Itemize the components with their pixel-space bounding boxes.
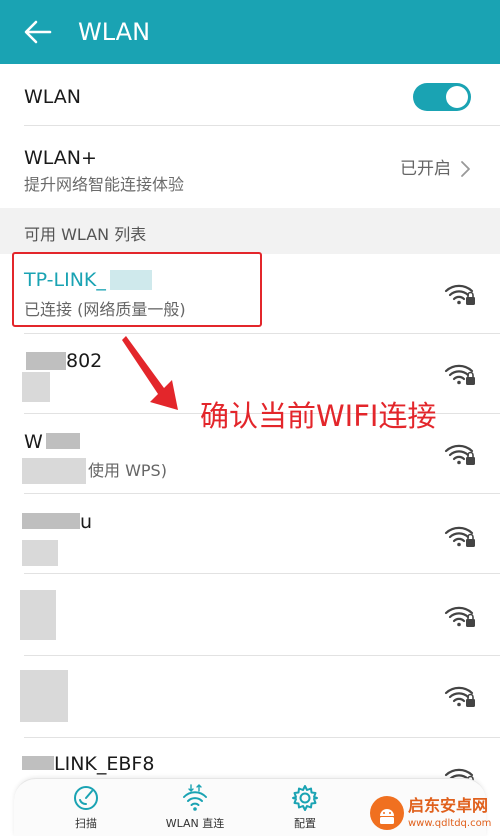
redacted-block [22, 540, 58, 566]
wifi-lock-icon [444, 444, 475, 465]
annotation-arrow-icon [122, 336, 178, 410]
network-status: 使用 WPS) [88, 461, 167, 480]
network-name: W [24, 431, 43, 453]
tab-label: 扫描 [75, 817, 97, 830]
network-item[interactable] [0, 494, 500, 574]
android-logo-icon [380, 809, 394, 824]
redacted-block [22, 756, 54, 770]
redacted-block [46, 433, 80, 449]
section-title: 可用 WLAN 列表 [24, 225, 147, 244]
wifi-lock-icon [444, 526, 475, 547]
tab-wifi-direct[interactable]: WLAN 直连 [145, 779, 245, 836]
wifi-lock-icon [444, 606, 475, 627]
tab-label: 配置 [294, 817, 316, 830]
network-name: 802 [66, 350, 103, 372]
wifi-direct-icon [183, 784, 207, 811]
redacted-block [22, 458, 86, 484]
redacted-block [26, 352, 66, 370]
wifi-lock-icon [444, 284, 475, 305]
annotation-text: 确认当前WIFI连接 [200, 399, 437, 433]
wlan-label: WLAN [24, 86, 82, 108]
tab-settings[interactable]: 配置 [255, 779, 355, 836]
network-name: u [80, 511, 93, 533]
highlight-box [12, 252, 262, 327]
scan-icon [74, 786, 98, 810]
toggle-knob [446, 86, 468, 108]
wifi-lock-icon [444, 686, 475, 707]
back-arrow-icon[interactable] [20, 14, 56, 50]
watermark-title: 启东安卓网 [408, 796, 489, 815]
wlan-plus-subtitle: 提升网络智能连接体验 [24, 175, 185, 194]
wifi-lock-icon [444, 364, 475, 385]
redacted-block [20, 670, 68, 722]
wlan-plus-status: 已开启 [400, 159, 451, 179]
tab-scan[interactable]: 扫描 [36, 779, 136, 836]
wlan-plus-label: WLAN+ [24, 147, 97, 169]
network-name: LINK_EBF8 [54, 753, 155, 775]
watermark-logo [370, 796, 404, 830]
redacted-block [22, 513, 80, 529]
redacted-block [22, 372, 50, 402]
redacted-block [20, 590, 56, 640]
network-item[interactable] [0, 574, 500, 656]
watermark: 启东安卓网 www.qdltdq.com [370, 796, 496, 834]
gear-icon [292, 785, 318, 811]
wlan-toggle[interactable] [413, 83, 471, 111]
watermark-url: www.qdltdq.com [408, 818, 492, 829]
page-title: WLAN [78, 18, 151, 46]
app-header: WLAN [0, 0, 500, 64]
tab-label: WLAN 直连 [165, 817, 225, 830]
network-item[interactable] [0, 656, 500, 738]
chevron-right-icon [461, 161, 470, 177]
